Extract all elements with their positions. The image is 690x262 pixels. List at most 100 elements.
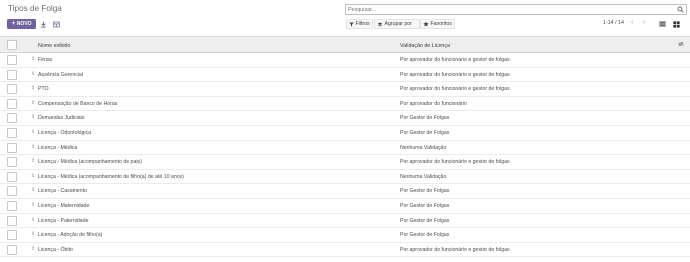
layers-icon — [377, 22, 383, 26]
group-by-button[interactable]: Agrupar por — [374, 19, 420, 29]
row-checkbox[interactable] — [7, 127, 17, 138]
cell-display-name: Licença - Paternidade — [38, 217, 89, 224]
kanban-icon — [673, 20, 680, 28]
drag-handle-icon[interactable]: ⇕ — [31, 246, 35, 252]
cell-display-name: PTO — [38, 86, 49, 93]
cell-validation: Por aprovador do funcionário e gestor de… — [400, 246, 510, 253]
cell-display-name: Licença - Óbito — [38, 246, 73, 253]
drag-handle-icon[interactable]: ⇕ — [31, 202, 35, 208]
row-checkbox[interactable] — [7, 230, 17, 241]
row-checkbox[interactable] — [7, 244, 17, 255]
new-button[interactable]: + NOVO — [7, 19, 36, 29]
pager-value[interactable]: 1-14 / 14 — [603, 20, 624, 26]
row-checkbox[interactable] — [7, 142, 17, 153]
column-header-name[interactable]: Nome exibido — [38, 43, 70, 49]
download-button[interactable] — [38, 19, 49, 29]
table-row[interactable]: ⇕ PTO Por aprovador do funcionário e gesto… — [0, 82, 690, 97]
list-table: Nome exibido Validação de Licença ⇕ Féria… — [0, 36, 690, 258]
chevron-left-icon[interactable]: ‹ — [631, 19, 633, 26]
cell-validation: Por Gestor de Folgas — [400, 232, 450, 239]
column-settings-icon[interactable] — [678, 41, 684, 47]
cell-validation: Por aprovador do funcionário — [400, 100, 467, 107]
drag-handle-icon[interactable]: ⇕ — [31, 100, 35, 106]
row-checkbox[interactable] — [7, 55, 17, 65]
row-checkbox[interactable] — [7, 113, 17, 124]
favorites-label: Favoritos — [430, 21, 452, 27]
cell-display-name: Licença - Adoção de filho(a) — [38, 232, 103, 239]
table-row[interactable]: ⇕ Férias Por aprovador do funcionário e ge… — [0, 53, 690, 68]
table-icon — [53, 21, 60, 27]
row-checkbox[interactable] — [7, 69, 17, 80]
table-row[interactable]: ⇕ Demandas Judiciais Por Gestor de Folgas — [0, 111, 690, 126]
table-row[interactable]: ⇕ Ausência Gerencial Por aprovador do func… — [0, 68, 690, 83]
table-row[interactable]: ⇕ Licença - Médica Nenhuma Validação — [0, 141, 690, 156]
drag-handle-icon[interactable]: ⇕ — [31, 129, 35, 135]
row-checkbox[interactable] — [7, 186, 17, 197]
new-button-label: NOVO — [16, 21, 32, 27]
table-row[interactable]: ⇕ Licença - Adoção de filho(a) Por Gestor … — [0, 228, 690, 243]
group-by-label: Agrupar por — [384, 21, 412, 27]
search-icon[interactable] — [677, 6, 684, 13]
page-title: Tipos de Folga — [8, 4, 62, 13]
cell-validation: Por Gestor de Folgas — [400, 129, 450, 136]
search-input[interactable] — [347, 5, 667, 14]
cell-validation: Por aprovador do funcionário e gestor de… — [400, 71, 510, 78]
drag-handle-icon[interactable]: ⇕ — [31, 188, 35, 193]
cell-display-name: Licença - Casamento — [38, 188, 88, 195]
cell-display-name: Licença - Maternidade — [38, 202, 90, 209]
table-row[interactable]: ⇕ Licença - Paternidade Por Gestor de Folg… — [0, 214, 690, 229]
cell-validation: Por aprovador do funcionário e gestor de… — [400, 159, 510, 166]
table-header: Nome exibido Validação de Licença — [0, 36, 690, 53]
row-checkbox[interactable] — [7, 200, 17, 211]
row-checkbox[interactable] — [7, 157, 17, 168]
cell-display-name: Compensação de Banco de Horas — [38, 100, 118, 107]
cell-display-name: Licença - Médica — [38, 144, 78, 151]
table-row[interactable]: ⇕ Licença - Odontológica Por Gestor de Fol… — [0, 126, 690, 141]
row-checkbox[interactable] — [7, 84, 17, 95]
filters-label: Filtros — [355, 21, 370, 27]
table-body: ⇕ Férias Por aprovador do funcionário e ge… — [0, 53, 690, 258]
row-checkbox[interactable] — [7, 171, 17, 182]
drag-handle-icon[interactable]: ⇕ — [31, 159, 35, 164]
table-row[interactable]: ⇕ Compensação de Banco de Horas Por aprova… — [0, 97, 690, 112]
search-box — [345, 4, 687, 15]
drag-handle-icon[interactable]: ⇕ — [31, 173, 35, 179]
cell-validation: Por aprovador do funcionário e gestor de… — [400, 57, 510, 63]
plus-icon: + — [11, 19, 16, 27]
cell-validation: Por Gestor de Folgas — [400, 202, 450, 209]
filters-button[interactable]: Filtros — [346, 19, 373, 29]
download-icon — [41, 21, 46, 28]
star-icon — [423, 21, 429, 27]
filter-icon — [349, 22, 354, 26]
table-row[interactable]: ⇕ Licença - Maternidade Por Gestor de Folg… — [0, 199, 690, 214]
column-header-validation[interactable]: Validação de Licença — [400, 43, 450, 49]
chevron-right-icon[interactable]: › — [643, 19, 645, 26]
list-icon — [659, 21, 666, 27]
table-row[interactable]: ⇕ Licença - Médica (acompanhamento de fil… — [0, 170, 690, 185]
drag-handle-icon[interactable]: ⇕ — [31, 57, 35, 62]
cell-display-name: Férias — [38, 57, 53, 63]
cell-validation: Nenhuma Validação — [400, 173, 447, 180]
cell-validation: Por aprovador do funcionário e gestor de… — [400, 86, 510, 93]
cell-display-name: Demandas Judiciais — [38, 115, 85, 122]
drag-handle-icon[interactable]: ⇕ — [31, 71, 35, 77]
select-all-checkbox[interactable] — [7, 40, 17, 50]
drag-handle-icon[interactable]: ⇕ — [31, 217, 35, 223]
cell-validation: Por Gestor de Folgas — [400, 188, 450, 195]
list-view-button[interactable] — [657, 19, 668, 29]
row-checkbox[interactable] — [7, 215, 17, 226]
table-view-button[interactable] — [51, 19, 62, 29]
table-row[interactable]: ⇕ Licença - Médica (acompanhamento de pai… — [0, 155, 690, 170]
row-checkbox[interactable] — [7, 98, 17, 109]
drag-handle-icon[interactable]: ⇕ — [31, 115, 35, 120]
cell-validation: Por Gestor de Folgas — [400, 217, 450, 224]
kanban-view-button[interactable] — [671, 19, 682, 29]
favorites-button[interactable]: Favoritos — [420, 19, 455, 29]
drag-handle-icon[interactable]: ⇕ — [31, 86, 35, 91]
drag-handle-icon[interactable]: ⇕ — [31, 144, 35, 150]
control-panel: Tipos de Folga + NOVO Filtros — [0, 0, 690, 34]
table-row[interactable]: ⇕ Licença - Casamento Por Gestor de Folgas — [0, 184, 690, 199]
cell-display-name: Ausência Gerencial — [38, 71, 83, 78]
drag-handle-icon[interactable]: ⇕ — [31, 232, 35, 237]
table-row[interactable]: ⇕ Licença - Óbito Por aprovador do funcion… — [0, 243, 690, 258]
